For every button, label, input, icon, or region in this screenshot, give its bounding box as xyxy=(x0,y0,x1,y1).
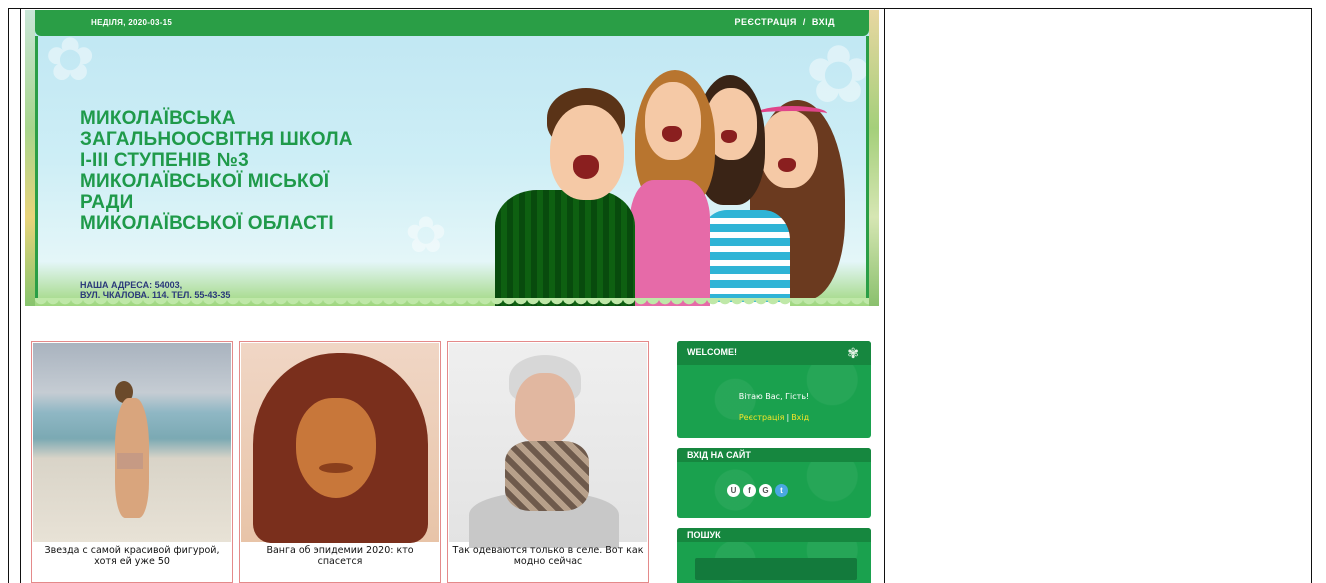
site-header: ✿ ✿ ✿ НЕДІЛЯ, 2020-03-15 РЕЄСТРАЦІЯ / ВХІД… xyxy=(25,10,879,306)
swimsuit xyxy=(117,453,143,469)
child-mouth xyxy=(721,130,737,143)
header-top-bar: НЕДІЛЯ, 2020-03-15 РЕЄСТРАЦІЯ / ВХІД xyxy=(35,10,869,36)
welcome-box-header: WELCOME! ✾ xyxy=(677,341,871,365)
mouth xyxy=(319,463,353,473)
scallop-border xyxy=(35,298,869,306)
search-box-title: ПОШУК xyxy=(687,530,721,540)
scarf xyxy=(505,441,589,511)
pink-shirt xyxy=(630,180,710,306)
facebook-login-icon[interactable]: f xyxy=(743,484,756,497)
child-face xyxy=(645,82,701,160)
card-photo xyxy=(33,343,231,542)
school-name-line: РАДИ xyxy=(80,192,134,213)
welcome-greeting: Вітаю Вас, Гість! xyxy=(738,392,810,401)
striped-shirt xyxy=(700,210,790,306)
search-input[interactable] xyxy=(695,558,857,580)
school-address: НАША АДРЕСА: 54003, ВУЛ. ЧКАЛОВА, 114, Т… xyxy=(80,280,230,300)
news-card[interactable]: Так одеваются только в селе. Вот как мод… xyxy=(447,341,649,583)
login-box: ВХІД НА САЙТ UfGt xyxy=(677,448,871,518)
auth-separator: / xyxy=(802,17,806,27)
school-name[interactable]: МИКОЛАЇВСЬКА ЗАГАЛЬНООСВІТНЯ ШКОЛА І-ІІІ… xyxy=(80,108,353,234)
social-login-icons: UfGt xyxy=(727,480,791,498)
welcome-title: WELCOME! xyxy=(687,347,737,357)
person-face xyxy=(515,373,575,445)
login-link[interactable]: ВХІД xyxy=(812,17,835,27)
current-date: НЕДІЛЯ, 2020-03-15 xyxy=(91,18,173,27)
card-caption[interactable]: Звезда с самой красивой фигурой, хотя ей… xyxy=(36,545,228,567)
address-line: НАША АДРЕСА: 54003, xyxy=(80,280,183,290)
link-divider: | xyxy=(786,413,790,422)
header-side-decoration-left xyxy=(25,10,35,306)
school-name-line: І-ІІІ СТУПЕНІВ №3 xyxy=(80,150,249,171)
left-divider xyxy=(20,8,21,583)
card-photo xyxy=(449,343,647,548)
welcome-links: Реєстрація | Вхід xyxy=(677,413,871,422)
school-name-line: МИКОЛАЇВСЬКОЇ МІСЬКОЇ xyxy=(80,171,330,192)
auth-links: РЕЄСТРАЦІЯ / ВХІД xyxy=(734,17,835,27)
sidebar-login-link[interactable]: Вхід xyxy=(791,413,809,422)
twitter-login-icon[interactable]: t xyxy=(775,484,788,497)
card-caption[interactable]: Ванга об эпидемии 2020: кто спасется xyxy=(244,545,436,567)
register-link[interactable]: РЕЄСТРАЦІЯ xyxy=(734,17,796,27)
login-box-title: ВХІД НА САЙТ xyxy=(687,450,751,460)
search-box-header: ПОШУК xyxy=(677,528,871,542)
search-box: ПОШУК xyxy=(677,528,871,583)
child-mouth xyxy=(662,126,682,142)
login-box-header: ВХІД НА САЙТ xyxy=(677,448,871,462)
school-name-line: МИКОЛАЇВСЬКА xyxy=(80,108,236,129)
school-name-line: ЗАГАЛЬНООСВІТНЯ ШКОЛА xyxy=(80,129,353,150)
welcome-box: WELCOME! ✾ Вітаю Вас, Гість! Реєстрація |… xyxy=(677,341,871,438)
card-photo xyxy=(241,343,439,543)
ucoz-login-icon[interactable]: U xyxy=(727,484,740,497)
news-card[interactable]: Звезда с самой красивой фигурой, хотя ей… xyxy=(31,341,233,583)
news-card[interactable]: Ванга об эпидемии 2020: кто спасется xyxy=(239,341,441,583)
person-face xyxy=(296,398,376,498)
child-face xyxy=(760,110,818,188)
child-face xyxy=(550,105,624,200)
card-caption[interactable]: Так одеваются только в селе. Вот как мод… xyxy=(452,545,644,567)
right-divider xyxy=(884,8,885,583)
headband xyxy=(757,106,827,121)
children-illustration xyxy=(495,70,845,306)
school-name-line: МИКОЛАЇВСЬКОЇ ОБЛАСТІ xyxy=(80,213,334,234)
google-login-icon[interactable]: G xyxy=(759,484,772,497)
plaid-shirt xyxy=(495,190,635,306)
sidebar-register-link[interactable]: Реєстрація xyxy=(739,413,785,422)
child-mouth xyxy=(778,158,796,172)
settings-flower-icon[interactable]: ✾ xyxy=(847,345,859,362)
child-mouth xyxy=(573,155,599,179)
